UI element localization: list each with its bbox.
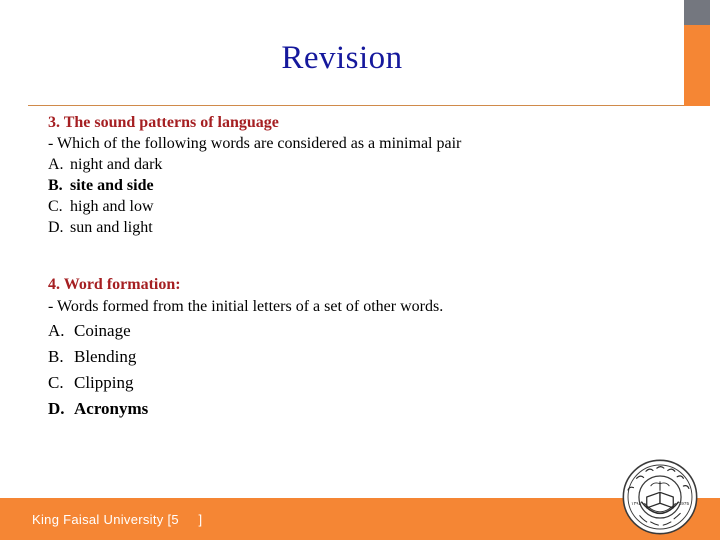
option-letter: D. — [48, 219, 64, 236]
option-item[interactable]: D. sun and light — [48, 217, 648, 238]
option-item[interactable]: D. Acronyms — [48, 396, 648, 422]
option-letter: C. — [48, 373, 64, 392]
svg-text:١٣٩٥: ١٣٩٥ — [631, 501, 642, 506]
top-right-orange-bar — [684, 25, 710, 106]
option-item[interactable]: A. Coinage — [48, 318, 648, 344]
option-text: Clipping — [74, 373, 134, 392]
slide: Revision 3. The sound patterns of langua… — [0, 0, 720, 540]
university-seal-icon: ١٣٩٥ 1975 — [622, 459, 698, 535]
option-letter: C. — [48, 198, 63, 215]
page-title: Revision — [281, 40, 403, 76]
option-letter: A. — [48, 321, 65, 340]
option-list: A. Coinage B. Blending C. Clipping D. Acrony… — [48, 318, 648, 422]
option-letter: B. — [48, 177, 63, 194]
slide-content: 3. The sound patterns of language - Whic… — [48, 112, 648, 422]
option-text: Coinage — [74, 321, 131, 340]
option-letter: D. — [48, 399, 65, 418]
option-list: A. night and dark B. site and side C. high … — [48, 154, 648, 238]
question-block-3: 3. The sound patterns of language - Whic… — [48, 112, 648, 238]
option-item[interactable]: B. site and side — [48, 175, 648, 196]
option-item[interactable]: C. high and low — [48, 196, 648, 217]
option-text: high and low — [70, 198, 154, 215]
option-text: Acronyms — [74, 399, 149, 418]
option-text: site and side — [70, 177, 154, 194]
svg-text:1975: 1975 — [679, 501, 690, 506]
option-item[interactable]: C. Clipping — [48, 370, 648, 396]
footer-label: King Faisal University [5 ] — [32, 512, 203, 527]
option-item[interactable]: B. Blending — [48, 344, 648, 370]
option-text: Blending — [74, 347, 137, 366]
question-block-4: 4. Word formation: - Words formed from t… — [48, 274, 648, 422]
option-letter: A. — [48, 156, 64, 173]
title-divider — [28, 105, 684, 106]
top-right-gray-bar — [684, 0, 710, 25]
option-letter: B. — [48, 347, 64, 366]
question-stem: - Which of the following words are consi… — [48, 135, 462, 152]
option-text: sun and light — [70, 219, 153, 236]
question-heading: 4. Word formation: — [48, 276, 181, 293]
question-stem: - Words formed from the initial letters … — [48, 298, 444, 315]
option-text: night and dark — [70, 156, 163, 173]
question-heading: 3. The sound patterns of language — [48, 114, 279, 131]
option-item[interactable]: A. night and dark — [48, 154, 648, 175]
